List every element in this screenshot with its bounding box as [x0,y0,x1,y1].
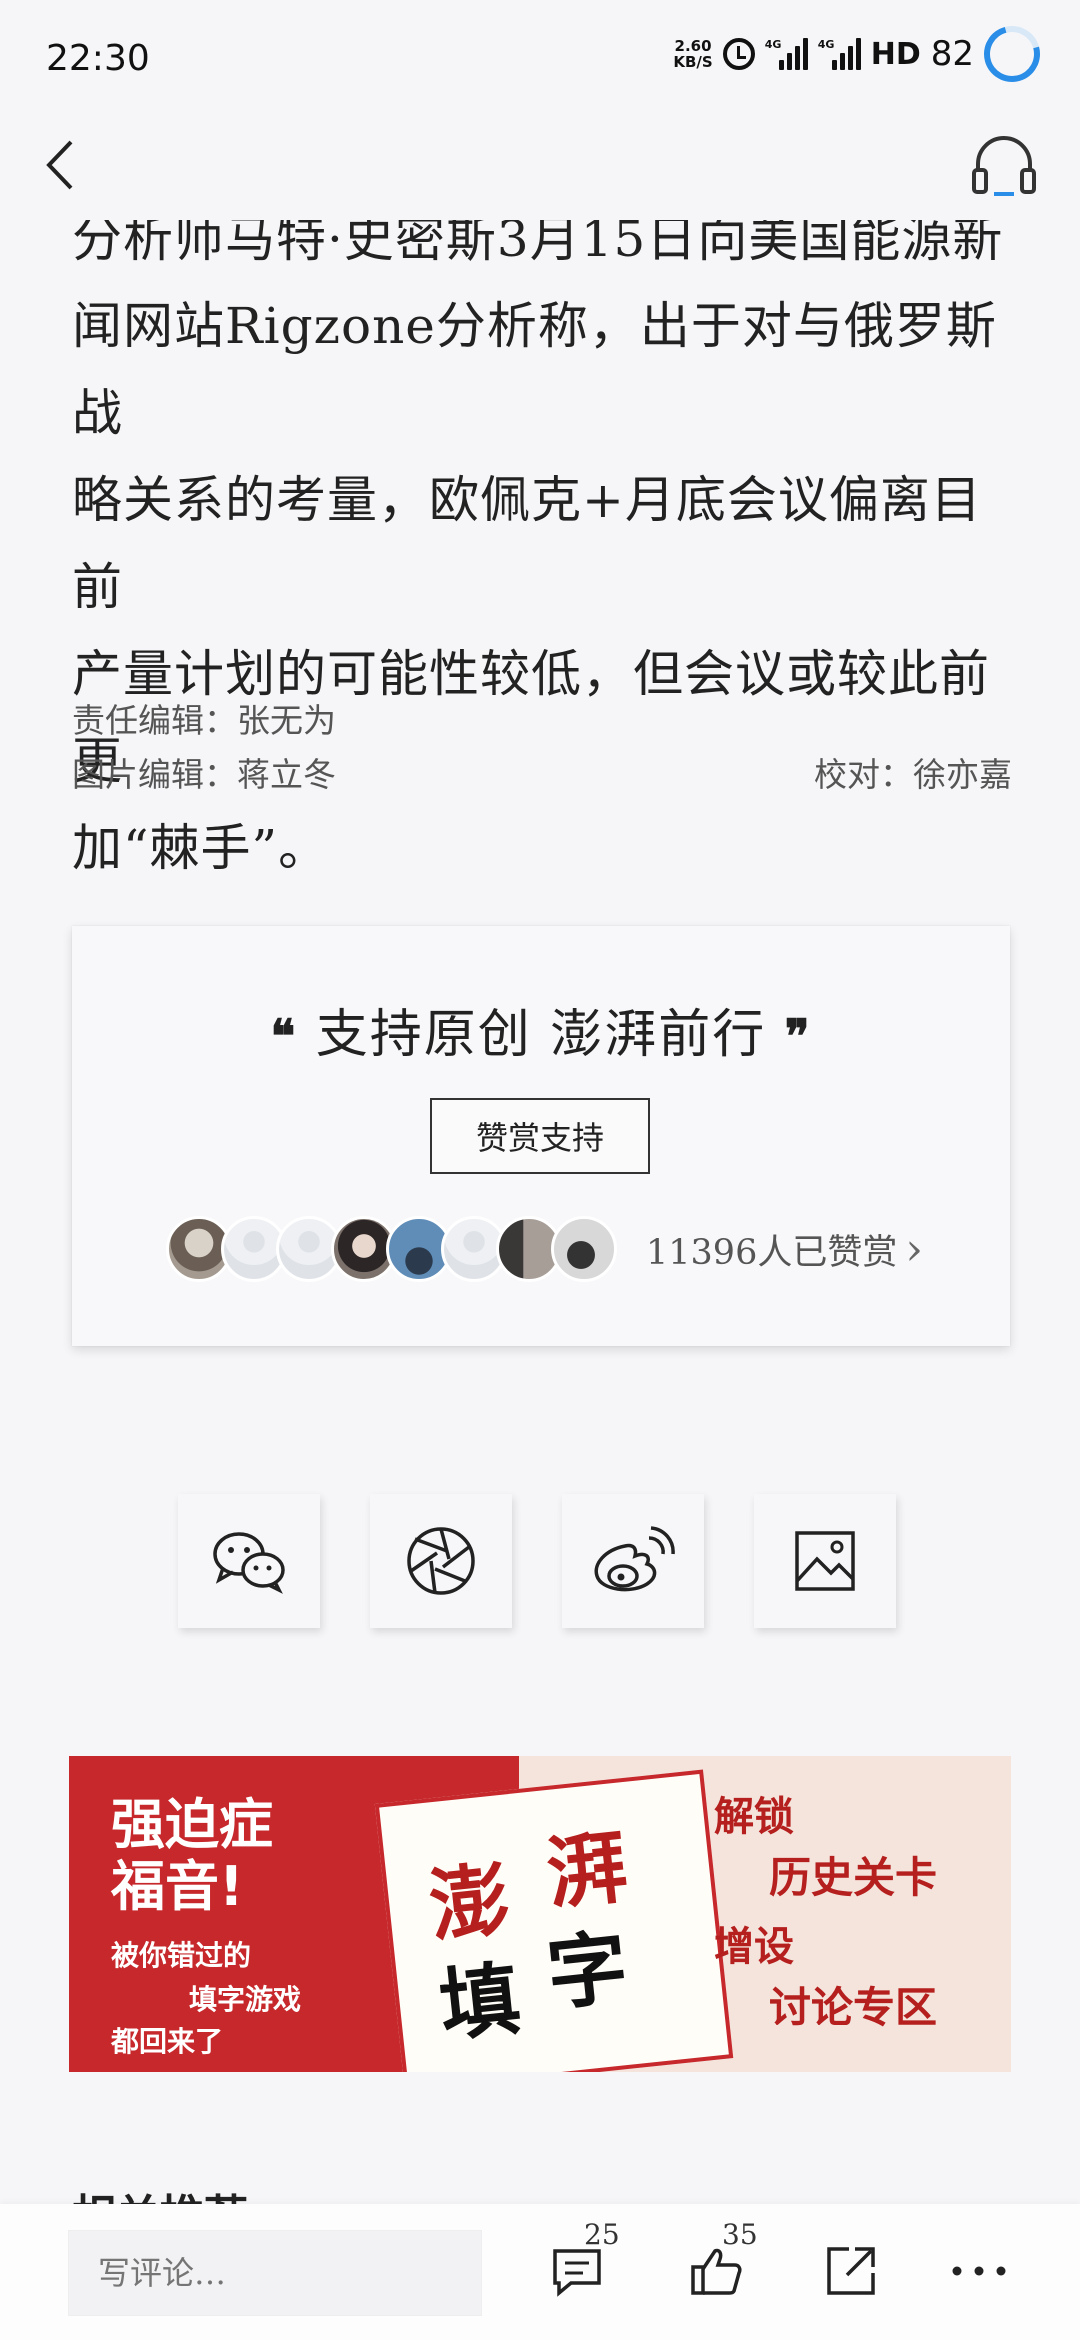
article-credits: 责任编辑：张无为 图片编辑：蒋立冬 校对：徐亦嘉 [72,694,1012,802]
article-line: 略关系的考量，欧佩克+月底会议偏离目前 [72,471,982,616]
banner-right-2: 历史关卡 [769,1853,938,1902]
comment-input[interactable] [68,2230,482,2316]
share-button[interactable] [816,2236,886,2306]
reward-slogan: ❝ 支持原创 澎湃前行 ❞ [72,992,1010,1067]
donor-count-text: 11396人已赞赏 [646,1233,898,1273]
banner-line-1: 被你错过的 [111,1939,252,1972]
hd-voice-icon: HD [870,36,921,72]
banner-line-2: 填字游戏 [189,1983,302,2016]
battery-level: 82 [930,34,974,74]
share-wechat-button[interactable] [178,1494,320,1628]
network-speed-value: 2.60 [674,37,712,55]
back-button[interactable] [30,130,90,200]
proofreader: 校对：徐亦嘉 [814,755,1012,794]
more-button[interactable] [944,2236,1014,2306]
signal-tag: 4G [764,38,782,51]
weibo-icon [594,1526,675,1592]
alarm-icon [722,38,755,70]
banner-right-4: 讨论专区 [769,1983,938,2032]
network-speed-unit: KB/S [673,53,713,71]
comment-count: 25 [584,2218,620,2251]
avatar [551,1216,617,1282]
wechat-icon [213,1532,285,1594]
share-row [178,1494,896,1628]
crossword-book-graphic: 澎 湃 填 字 [374,1769,734,2072]
article-line: 闻网站Rigzone分析称，出于对与俄罗斯战 [72,297,997,442]
banner-headline: 强迫症 福音! [111,1794,273,1918]
article-line: 加“棘手”。 [72,819,330,877]
photo-editor: 图片编辑：蒋立冬 [72,755,336,794]
listen-button[interactable] [968,128,1040,200]
status-time: 22:30 [46,38,150,79]
signal-icon-2: 4G [818,38,861,70]
signal-tag-2: 4G [817,38,835,51]
moments-icon [407,1527,475,1595]
signal-icon: 4G [765,38,808,70]
top-nav [0,120,1080,220]
open-quote-icon: ❝ [270,1009,298,1063]
status-bar: 22:30 2.60 KB/S 4G 4G HD 82 [0,0,1080,120]
crossword-promo-banner[interactable]: 强迫症 福音! 被你错过的 填字游戏 都回来了 澎 湃 填 字 解锁 历史关卡 … [69,1756,1011,2072]
more-icon [952,2266,1006,2276]
book-char: 填 [435,1951,525,2054]
share-icon [827,2247,875,2295]
status-icons: 2.60 KB/S 4G 4G HD 82 [673,15,1051,93]
image-icon [795,1531,855,1591]
network-speed: 2.60 KB/S [673,38,712,70]
headphones-icon [972,136,1036,196]
close-quote-icon: ❞ [784,1009,812,1063]
reward-slogan-text: 支持原创 澎湃前行 [315,1005,767,1065]
banner-line-3: 都回来了 [111,2025,224,2058]
banner-right-3: 增设 [714,1924,794,1970]
donor-avatars[interactable] [166,1216,617,1282]
responsible-editor: 责任编辑：张无为 [72,701,336,740]
donor-count-link[interactable]: 11396人已赞赏 › [646,1224,923,1275]
share-moments-button[interactable] [370,1494,512,1628]
reward-card: ❝ 支持原创 澎湃前行 ❞ 赞赏支持 11396人已赞赏 › [72,926,1010,1346]
chevron-left-icon [46,140,73,190]
banner-headline-1: 强迫症 [111,1793,273,1856]
reward-button[interactable]: 赞赏支持 [430,1098,650,1174]
battery-ring-icon [973,15,1051,93]
save-image-button[interactable] [754,1494,896,1628]
like-count: 35 [722,2218,758,2251]
banner-right-1: 解锁 [714,1794,794,1840]
banner-headline-2: 福音! [111,1855,244,1918]
book-char: 字 [542,1919,633,2022]
comment-icon [553,2249,601,2297]
share-weibo-button[interactable] [562,1494,704,1628]
thumbs-up-icon [691,2248,742,2295]
chevron-right-icon: › [905,1224,923,1275]
bottom-bar: 25 35 [0,2204,1080,2340]
